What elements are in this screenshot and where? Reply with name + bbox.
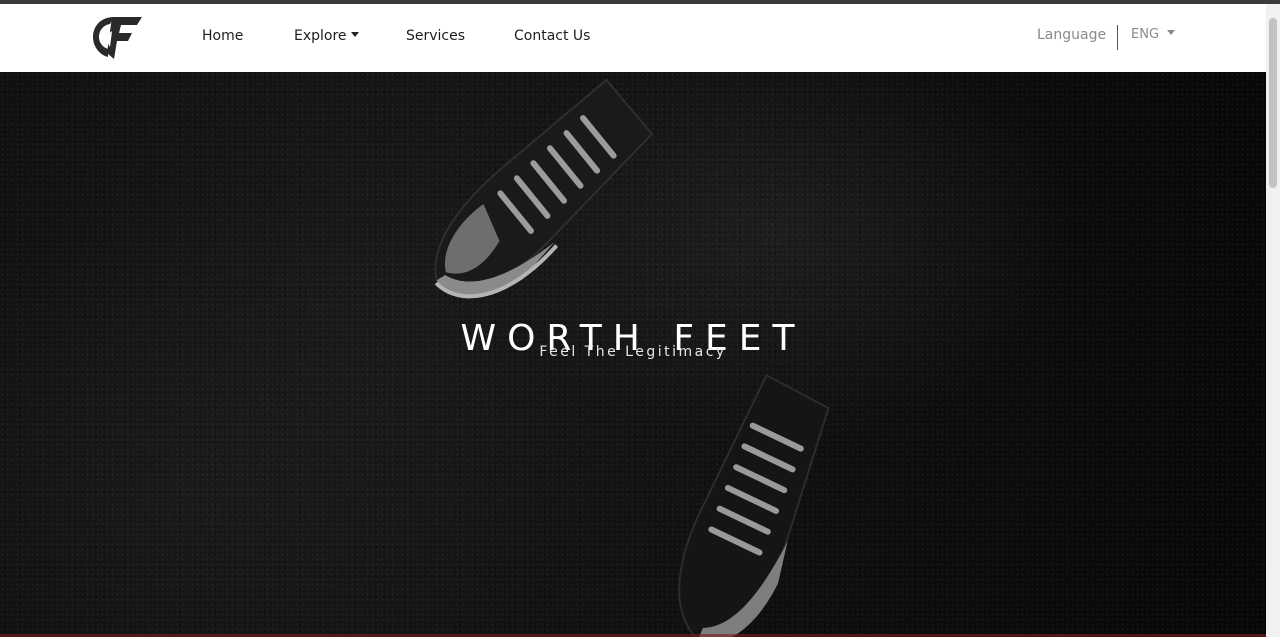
top-sneaker-image: [434, 78, 654, 299]
wf-logo-icon[interactable]: [90, 13, 144, 63]
nav-link-services[interactable]: Services: [406, 28, 465, 44]
caret-down-icon: [1167, 30, 1176, 35]
language-divider: [1117, 25, 1118, 50]
vertical-scrollbar[interactable]: [1266, 4, 1280, 637]
caret-down-icon: [350, 31, 359, 37]
scrollbar-thumb[interactable]: [1269, 18, 1277, 188]
nav-link-explore[interactable]: Explore: [294, 28, 359, 44]
bottom-sneaker-image: [678, 373, 830, 637]
language-label: Language: [1037, 27, 1107, 43]
nav-link-contact-us[interactable]: Contact Us: [514, 28, 590, 44]
language-dropdown[interactable]: ENG: [1131, 27, 1176, 42]
nav-link-explore-label: Explore: [294, 28, 347, 44]
hero-banner: WORTH FEET Feel The Legitimacy: [0, 72, 1266, 637]
hero-subtitle: Feel The Legitimacy: [539, 344, 727, 360]
language-value: ENG: [1131, 27, 1160, 42]
navbar: Home Explore Services Contact Us Languag…: [0, 4, 1266, 72]
nav-link-home[interactable]: Home: [202, 28, 243, 44]
